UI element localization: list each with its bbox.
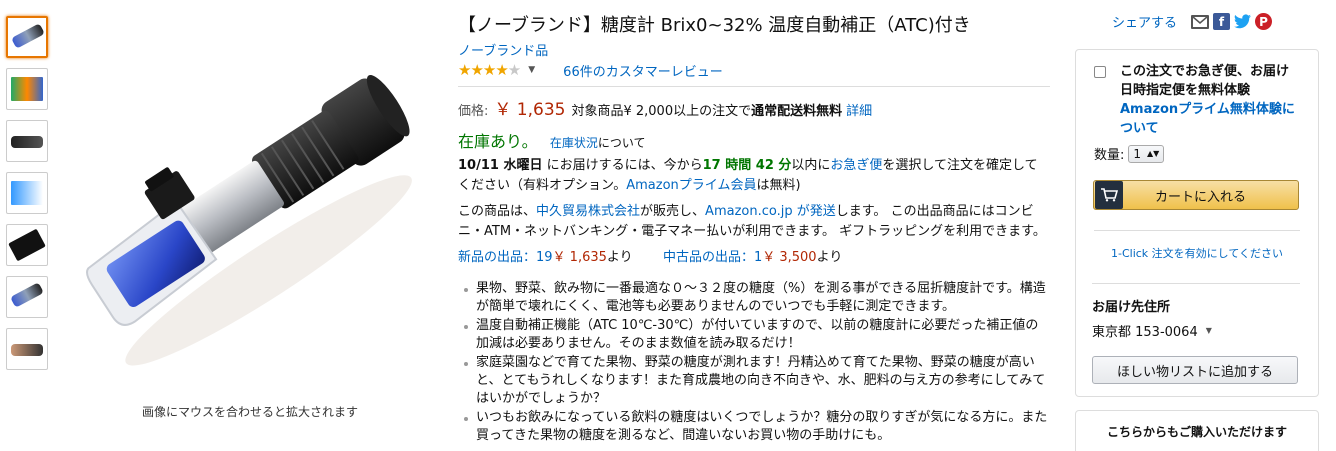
add-to-wishlist-button[interactable]: ほしい物リストに追加する: [1092, 356, 1298, 384]
fulfilled-by-amazon-link[interactable]: Amazon.co.jp が発送: [705, 204, 836, 219]
express-trial-row: この注文でお急ぎ便、お届け日時指定便を無料体験 Amazonプライム無料体験につ…: [1094, 62, 1300, 138]
delivery-text-2: 以内に: [791, 158, 831, 173]
pinterest-icon[interactable]: P: [1255, 13, 1273, 30]
add-to-cart-button[interactable]: カートに入れる: [1093, 180, 1299, 210]
twitter-icon[interactable]: [1234, 13, 1252, 30]
share-label[interactable]: シェアする: [1112, 12, 1177, 31]
quantity-label: 数量:: [1094, 148, 1125, 163]
reviews-link[interactable]: 66件のカスタマーレビュー: [563, 61, 723, 80]
other-sellers-box: こちらからもご購入いただけます: [1075, 410, 1319, 451]
star-rating[interactable]: ★★★★★: [458, 61, 521, 79]
refractometer-illustration: [86, 75, 412, 366]
new-offers-price: ￥ 1,635: [552, 250, 607, 265]
address-text: 東京都 153-0064: [1092, 325, 1198, 340]
new-offers-link[interactable]: 新品の出品：19: [458, 250, 553, 265]
seller-text-2: が販売し、: [640, 204, 706, 219]
used-offers-link[interactable]: 中古品の出品：1: [663, 250, 762, 265]
thumbnail-2[interactable]: [6, 68, 48, 110]
delivery-text-4: は無料): [756, 178, 801, 193]
offers-row: 新品の出品：19￥ 1,635より 中古品の出品：1￥ 3,500より: [458, 248, 1050, 268]
used-offers-suffix: より: [816, 250, 843, 265]
mail-icon[interactable]: [1191, 14, 1210, 29]
brand-link[interactable]: ノーブランド品: [458, 40, 548, 59]
thumbnail-4[interactable]: [6, 172, 48, 214]
seller-link[interactable]: 中久貿易株式会社: [536, 204, 640, 219]
price-amount: ￥ 1,635: [494, 100, 566, 120]
feature-bullets: 果物、野菜、飲み物に一番最適な０～３２度の糖度（%）を測る事ができる屈折糖度計で…: [458, 280, 1050, 445]
feature-bullet: いつもお飲みになっている飲料の糖度はいくつでしょうか？糖分の取りすぎが気になる方…: [458, 409, 1050, 445]
main-product-image[interactable]: [60, 40, 440, 370]
delivery-date: 10/11 水曜日: [458, 158, 543, 173]
product-title: 【ノーブランド】糖度計 Brix0~32% 温度自動補正（ATC)付き: [458, 15, 971, 36]
add-to-cart-label: カートに入れる: [1154, 189, 1246, 205]
quantity-row: 数量: 1 ▲▼: [1094, 144, 1300, 163]
rating-row: ★★★★★ ▼ 66件のカスタマーレビュー: [458, 61, 1050, 80]
thumbnail-7[interactable]: [6, 328, 48, 370]
thumbnail-list: [6, 16, 50, 380]
price-label: 価格:: [458, 104, 489, 119]
express-trial-text: この注文でお急ぎ便、お届け日時指定便を無料体験: [1120, 64, 1290, 98]
stock-status-suffix: について: [597, 136, 646, 150]
facebook-icon[interactable]: f: [1213, 13, 1231, 30]
cart-icon: [1095, 181, 1123, 209]
shipping-note: 対象商品¥ 2,000以上の注文で: [571, 104, 752, 119]
buy-box: この注文でお急ぎ便、お届け日時指定便を無料体験 Amazonプライム無料体験につ…: [1075, 49, 1319, 397]
shipping-details-link[interactable]: 詳細: [846, 100, 872, 119]
chevron-down-icon: ▼: [1205, 326, 1212, 335]
deliver-heading: お届け先住所: [1092, 300, 1171, 315]
prime-member-link[interactable]: Amazonプライム会員: [626, 178, 756, 193]
share-row: シェアする f P: [1112, 12, 1273, 31]
product-info: 【ノーブランド】糖度計 Brix0~32% 温度自動補正（ATC)付き ノーブラ…: [458, 14, 1050, 446]
stock-status-link[interactable]: 在庫状況: [550, 136, 598, 150]
feature-bullet: 果物、野菜、飲み物に一番最適な０～３２度の糖度（%）を測る事ができる屈折糖度計で…: [458, 280, 1050, 316]
quantity-value: 1: [1133, 146, 1142, 161]
zoom-hint: 画像にマウスを合わせると拡大されます: [141, 405, 358, 419]
delivery-address-section: お届け先住所 東京都 153-0064 ▼ ほしい物リストに追加する: [1092, 283, 1300, 384]
express-shipping-link[interactable]: お急ぎ便: [830, 158, 882, 173]
in-stock-status: 在庫あり。: [458, 132, 538, 151]
chevron-updown-icon: ▲▼: [1147, 149, 1160, 158]
prime-trial-link[interactable]: Amazonプライム無料体験について: [1120, 102, 1295, 136]
feature-bullet: 家庭菜園などで育てた果物、野菜の糖度が測れます！丹精込めて育てた果物、野菜の糖度…: [458, 354, 1050, 408]
seller-message: この商品は、中久貿易株式会社が販売し、Amazon.co.jp が発送します。 …: [458, 202, 1050, 242]
feature-bullet: 温度自動補正機能（ATC 10℃-30℃）が付いていますので、以前の糖度計に必要…: [458, 317, 1050, 353]
thumbnail-3[interactable]: [6, 120, 48, 162]
quantity-select[interactable]: 1 ▲▼: [1128, 144, 1165, 163]
thumbnail-6[interactable]: [6, 276, 48, 318]
free-shipping-text: 通常配送料無料: [751, 104, 843, 119]
used-offers-price: ￥ 3,500: [762, 250, 817, 265]
address-selector[interactable]: 東京都 153-0064 ▼: [1092, 321, 1300, 340]
new-offers-suffix: より: [606, 250, 633, 265]
seller-text-1: この商品は、: [458, 204, 537, 219]
thumbnail-1[interactable]: [6, 16, 48, 58]
price-row: 価格: ￥ 1,635 対象商品¥ 2,000以上の注文で 通常配送料無料 詳細: [458, 95, 1050, 120]
other-sellers-heading: こちらからもご購入いただけます: [1106, 425, 1287, 439]
delivery-countdown: 17 時間 42 分: [702, 158, 792, 173]
delivery-text-1: にお届けするには、今から: [546, 158, 703, 173]
stock-row: 在庫あり。 在庫状況について: [458, 128, 1050, 152]
delivery-message: 10/11 水曜日 にお届けするには、今から17 時間 42 分以内にお急ぎ便を…: [458, 156, 1050, 196]
oneclick-link[interactable]: 1-Click 注文を有効にしてください: [1094, 230, 1300, 261]
express-trial-checkbox[interactable]: [1094, 66, 1106, 78]
thumbnail-5[interactable]: [6, 224, 48, 266]
chevron-down-icon[interactable]: ▼: [528, 65, 535, 75]
